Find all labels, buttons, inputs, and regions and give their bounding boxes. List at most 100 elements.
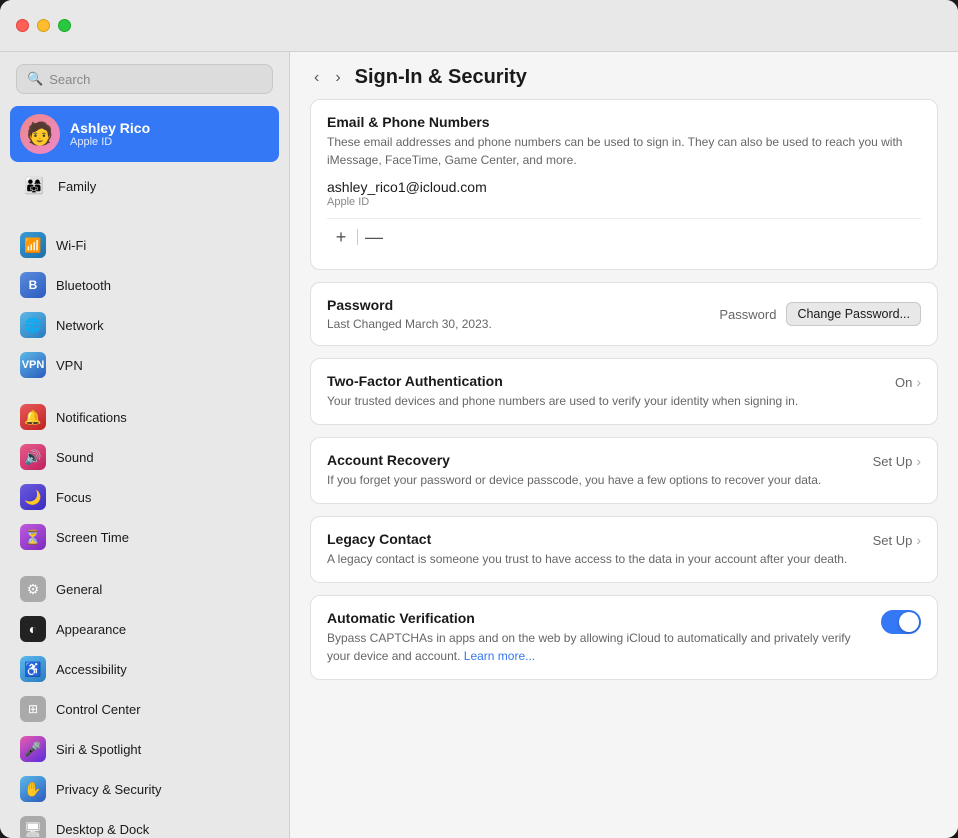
sidebar-item-family[interactable]: 👨‍👩‍👧 Family (10, 166, 279, 206)
password-section-title: Password (327, 297, 492, 313)
sidebar-item-notifications[interactable]: 🔔 Notifications (10, 398, 279, 436)
chevron-icon: › (916, 453, 921, 469)
bluetooth-icon: B (20, 272, 46, 298)
sidebar-item-vpn[interactable]: VPN VPN (10, 346, 279, 384)
account-recovery-title: Account Recovery (327, 452, 865, 468)
password-right: Password Change Password... (719, 302, 921, 326)
account-recovery-section[interactable]: Account Recovery If you forget your pass… (311, 438, 937, 503)
legacy-contact-section[interactable]: Legacy Contact A legacy contact is someo… (311, 517, 937, 582)
password-field-label: Password (719, 307, 776, 322)
account-recovery-action: Set Up (873, 454, 913, 469)
remove-email-button[interactable]: — (360, 225, 388, 249)
email-section: Email & Phone Numbers These email addres… (311, 100, 937, 269)
sidebar-item-label: VPN (56, 358, 83, 373)
add-remove-row: + — (327, 218, 921, 255)
email-section-title: Email & Phone Numbers (327, 114, 921, 130)
notifications-icon: 🔔 (20, 404, 46, 430)
search-input[interactable]: Search (49, 72, 90, 87)
family-label: Family (58, 179, 96, 194)
main-window: 🔍 Search 🧑 Ashley Rico Apple ID 👨‍👩‍👧 (0, 0, 958, 838)
chevron-icon: › (916, 374, 921, 390)
minimize-button[interactable] (37, 19, 50, 32)
traffic-lights (16, 19, 71, 32)
sidebar-item-label: Privacy & Security (56, 782, 161, 797)
email-section-desc: These email addresses and phone numbers … (327, 133, 921, 169)
sidebar-item-label: General (56, 582, 102, 597)
sidebar-item-network[interactable]: 🌐 Network (10, 306, 279, 344)
sidebar-item-label: Siri & Spotlight (56, 742, 141, 757)
close-button[interactable] (16, 19, 29, 32)
two-factor-card: Two-Factor Authentication Your trusted d… (310, 358, 938, 425)
network-icon: 🌐 (20, 312, 46, 338)
two-factor-row: Two-Factor Authentication Your trusted d… (327, 373, 921, 410)
sidebar-item-label: Network (56, 318, 104, 333)
account-recovery-row: Account Recovery If you forget your pass… (327, 452, 921, 489)
sidebar-item-privacy[interactable]: ✋ Privacy & Security (10, 770, 279, 808)
main-layout: 🔍 Search 🧑 Ashley Rico Apple ID 👨‍👩‍👧 (0, 52, 958, 838)
sidebar-item-siri[interactable]: 🎤 Siri & Spotlight (10, 730, 279, 768)
search-container: 🔍 Search (0, 52, 289, 106)
btn-separator (357, 229, 358, 245)
two-factor-status: On (895, 375, 912, 390)
two-factor-right: On › (895, 374, 921, 390)
sidebar-item-label: Screen Time (56, 530, 129, 545)
two-factor-section[interactable]: Two-Factor Authentication Your trusted d… (311, 359, 937, 424)
appearance-icon: ◐ (20, 616, 46, 642)
sidebar-item-screentime[interactable]: ⏳ Screen Time (10, 518, 279, 556)
back-button[interactable]: ‹ (310, 68, 323, 88)
legacy-contact-title: Legacy Contact (327, 531, 865, 547)
account-recovery-right: Set Up › (873, 453, 921, 469)
user-item[interactable]: 🧑 Ashley Rico Apple ID (10, 106, 279, 162)
learn-more-link[interactable]: Learn more... (464, 649, 535, 663)
legacy-contact-left: Legacy Contact A legacy contact is someo… (327, 531, 865, 568)
account-recovery-desc: If you forget your password or device pa… (327, 471, 865, 489)
sidebar-item-label: Appearance (56, 622, 126, 637)
two-factor-title: Two-Factor Authentication (327, 373, 887, 389)
email-value: ashley_rico1@icloud.com (327, 179, 921, 195)
sidebar-item-appearance[interactable]: ◐ Appearance (10, 610, 279, 648)
content-body: Email & Phone Numbers These email addres… (290, 99, 958, 838)
auto-verification-title: Automatic Verification (327, 610, 873, 626)
sidebar: 🔍 Search 🧑 Ashley Rico Apple ID 👨‍👩‍👧 (0, 52, 290, 838)
add-email-button[interactable]: + (327, 225, 355, 249)
sidebar-item-desktop[interactable]: 🖥 Desktop & Dock (10, 810, 279, 838)
sidebar-item-label: Control Center (56, 702, 141, 717)
legacy-contact-action: Set Up (873, 533, 913, 548)
family-avatar: 👨‍👩‍👧 (20, 172, 48, 200)
auto-verification-desc: Bypass CAPTCHAs in apps and on the web b… (327, 629, 873, 665)
search-box[interactable]: 🔍 Search (16, 64, 273, 94)
password-section: Password Last Changed March 30, 2023. Pa… (311, 283, 937, 345)
password-title-group: Password Last Changed March 30, 2023. (327, 297, 492, 331)
sidebar-item-bluetooth[interactable]: B Bluetooth (10, 266, 279, 304)
email-field-label: Apple ID (327, 196, 921, 208)
sidebar-item-wifi[interactable]: 📶 Wi-Fi (10, 226, 279, 264)
maximize-button[interactable] (58, 19, 71, 32)
sidebar-item-controlcenter[interactable]: ⊞ Control Center (10, 690, 279, 728)
sound-icon: 🔊 (20, 444, 46, 470)
legacy-contact-card: Legacy Contact A legacy contact is someo… (310, 516, 938, 583)
search-icon: 🔍 (27, 71, 43, 87)
two-factor-desc: Your trusted devices and phone numbers a… (327, 392, 887, 410)
forward-button[interactable]: › (331, 68, 344, 88)
content-area: ‹ › Sign-In & Security Email & Phone Num… (290, 52, 958, 838)
sidebar-item-label: Accessibility (56, 662, 127, 677)
page-title: Sign-In & Security (355, 66, 527, 89)
sidebar-item-accessibility[interactable]: ♿ Accessibility (10, 650, 279, 688)
sidebar-item-general[interactable]: ⚙ General (10, 570, 279, 608)
sidebar-item-focus[interactable]: 🌙 Focus (10, 478, 279, 516)
account-recovery-card: Account Recovery If you forget your pass… (310, 437, 938, 504)
auto-verification-section: Automatic Verification Bypass CAPTCHAs i… (311, 596, 937, 679)
screentime-icon: ⏳ (20, 524, 46, 550)
auto-verification-row: Automatic Verification Bypass CAPTCHAs i… (327, 610, 921, 665)
user-info: Ashley Rico Apple ID (70, 120, 150, 148)
auto-verification-card: Automatic Verification Bypass CAPTCHAs i… (310, 595, 938, 680)
sidebar-item-sound[interactable]: 🔊 Sound (10, 438, 279, 476)
sidebar-item-label: Notifications (56, 410, 127, 425)
auto-verification-left: Automatic Verification Bypass CAPTCHAs i… (327, 610, 873, 665)
password-row: Password Last Changed March 30, 2023. Pa… (327, 297, 921, 331)
avatar: 🧑 (20, 114, 60, 154)
focus-icon: 🌙 (20, 484, 46, 510)
change-password-button[interactable]: Change Password... (786, 302, 921, 326)
password-card: Password Last Changed March 30, 2023. Pa… (310, 282, 938, 346)
auto-verification-toggle[interactable] (881, 610, 921, 634)
